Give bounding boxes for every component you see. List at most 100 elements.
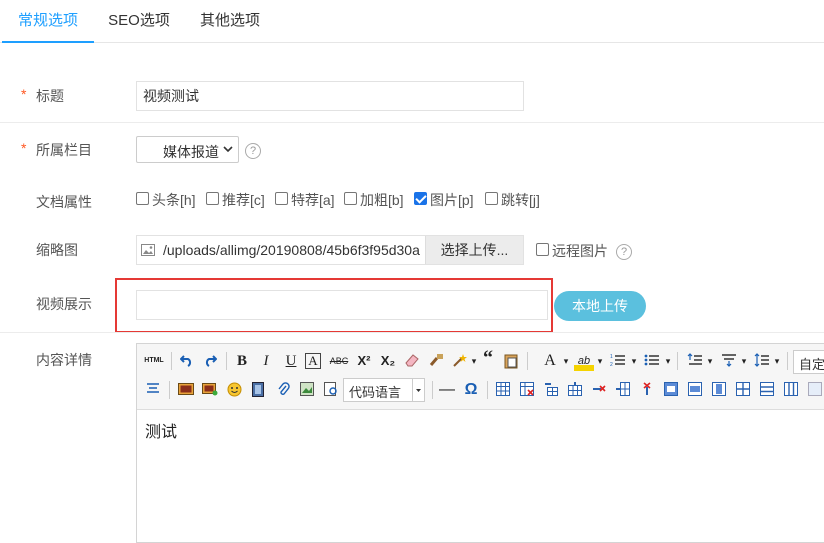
row-divider	[0, 332, 824, 333]
font-family-select[interactable]: 自定	[793, 350, 824, 374]
thumbnail-label: 缩略图	[36, 242, 78, 258]
blockquote-icon[interactable]: “	[478, 348, 498, 368]
toolbar-separator	[677, 352, 678, 370]
image-icon	[141, 244, 155, 256]
toolbar-separator	[169, 381, 170, 399]
tab-bar: 常规选项 SEO选项 其他选项	[0, 0, 824, 43]
font-border-icon[interactable]: A	[305, 353, 321, 369]
chevron-down-icon[interactable]: ▾	[556, 351, 576, 371]
help-icon[interactable]: ?	[245, 143, 261, 159]
toolbar-separator	[527, 352, 528, 370]
tab-other-options[interactable]: 其他选项	[188, 0, 272, 43]
chevron-down-icon[interactable]: ▾	[590, 351, 610, 371]
checkbox-box[interactable]	[536, 243, 549, 256]
toolbar-separator	[226, 352, 227, 370]
attributes-label: 文档属性	[36, 194, 92, 210]
delete-table-icon[interactable]	[517, 380, 537, 400]
required-mark: *	[21, 140, 27, 156]
html-source-icon[interactable]: HTML	[143, 351, 165, 371]
merge-cells-icon[interactable]	[661, 380, 681, 400]
tab-general-options[interactable]: 常规选项	[2, 0, 94, 43]
help-icon[interactable]: ?	[616, 244, 632, 260]
video-input[interactable]	[136, 290, 548, 320]
insert-row-icon[interactable]	[565, 380, 585, 400]
table-properties-icon[interactable]	[805, 380, 824, 400]
svg-text:1: 1	[610, 354, 613, 360]
merge-down-icon[interactable]	[709, 380, 729, 400]
checkbox-box[interactable]	[344, 192, 357, 205]
emoticon-icon[interactable]	[224, 380, 244, 400]
insert-table-icon[interactable]	[493, 380, 513, 400]
underline-icon[interactable]: U	[281, 351, 301, 371]
split-rows-icon[interactable]	[757, 380, 777, 400]
video-icon[interactable]	[248, 380, 268, 400]
checkbox-label: 特荐[a]	[291, 192, 335, 208]
chevron-down-icon	[412, 379, 424, 401]
delete-row-icon[interactable]	[589, 380, 609, 400]
editor-content[interactable]: 测试	[145, 418, 177, 442]
image-library-icon[interactable]	[297, 380, 317, 400]
toolbar-separator	[171, 352, 172, 370]
strikethrough-icon[interactable]: ABC	[329, 351, 349, 371]
insert-image-icon[interactable]	[176, 380, 196, 400]
insert-column-icon[interactable]	[613, 380, 633, 400]
checkbox-box[interactable]	[275, 192, 288, 205]
bold-icon[interactable]: B	[232, 351, 252, 371]
delete-column-icon[interactable]	[637, 380, 657, 400]
thumbnail-path: /uploads/allimg/20190808/45b6f3f95d30a	[163, 242, 420, 258]
chevron-down-icon[interactable]: ▾	[658, 351, 678, 371]
checkbox-label: 推荐[c]	[222, 192, 265, 208]
insert-paragraph-before-table-icon[interactable]	[541, 380, 561, 400]
split-columns-icon[interactable]	[781, 380, 801, 400]
code-language-value: 代码语言	[349, 385, 402, 400]
tab-seo-options[interactable]: SEO选项	[100, 0, 178, 43]
toolbar-separator	[787, 352, 788, 370]
checkbox-box[interactable]	[414, 192, 427, 205]
checkbox-box[interactable]	[136, 192, 149, 205]
horizontal-rule-icon[interactable]: —	[437, 380, 457, 400]
toolbar-separator	[487, 381, 488, 399]
checkbox-label: 跳转[j]	[501, 192, 540, 208]
checkbox-box[interactable]	[206, 192, 219, 205]
chevron-down-icon[interactable]: ▾	[734, 351, 754, 371]
svg-text:2: 2	[610, 362, 613, 367]
checkbox-label: 加粗[b]	[360, 192, 404, 208]
title-label: 标题	[36, 88, 64, 104]
row-divider	[0, 122, 824, 123]
insert-code-icon[interactable]	[321, 380, 341, 400]
superscript-icon[interactable]: X²	[354, 351, 374, 371]
chevron-down-icon[interactable]: ▾	[700, 351, 720, 371]
multi-image-icon[interactable]	[200, 380, 220, 400]
redo-icon[interactable]	[200, 351, 220, 371]
editor-toolbar: HTML B I U A ABC X² X₂ ▾ “ A ▾ ab ▾ 12 ▾…	[137, 344, 824, 410]
thumbnail-field[interactable]: /uploads/allimg/20190808/45b6f3f95d30a 选…	[136, 235, 524, 265]
rich-text-editor[interactable]: HTML B I U A ABC X² X₂ ▾ “ A ▾ ab ▾ 12 ▾…	[136, 343, 824, 543]
checkbox-label: 远程图片	[552, 243, 608, 259]
attachment-icon[interactable]	[273, 380, 293, 400]
undo-icon[interactable]	[177, 351, 197, 371]
content-label: 内容详情	[36, 352, 92, 368]
title-input[interactable]	[136, 81, 524, 111]
chevron-down-icon[interactable]: ▾	[767, 351, 787, 371]
category-select[interactable]: 媒体报道	[136, 136, 239, 163]
checkbox-box[interactable]	[485, 192, 498, 205]
merge-right-icon[interactable]	[685, 380, 705, 400]
chevron-down-icon[interactable]: ▾	[624, 351, 644, 371]
select-upload-button[interactable]: 选择上传...	[425, 236, 523, 264]
chevron-down-icon	[223, 146, 233, 153]
local-upload-button[interactable]: 本地上传	[554, 291, 646, 321]
subscript-icon[interactable]: X₂	[378, 351, 398, 371]
checkbox-label: 头条[h]	[152, 192, 196, 208]
category-label: 所属栏目	[36, 142, 92, 158]
italic-icon[interactable]: I	[256, 351, 276, 371]
video-label: 视频展示	[36, 296, 92, 312]
paste-plain-icon[interactable]	[501, 351, 521, 371]
align-center-icon[interactable]	[143, 380, 163, 400]
category-selected-value: 媒体报道	[163, 144, 219, 160]
split-cells-icon[interactable]	[733, 380, 753, 400]
eraser-icon[interactable]	[402, 351, 422, 371]
code-language-select[interactable]: 代码语言	[343, 378, 425, 402]
special-char-icon[interactable]: Ω	[461, 380, 481, 400]
format-painter-icon[interactable]	[426, 351, 446, 371]
checkbox-label: 图片[p]	[430, 192, 474, 208]
